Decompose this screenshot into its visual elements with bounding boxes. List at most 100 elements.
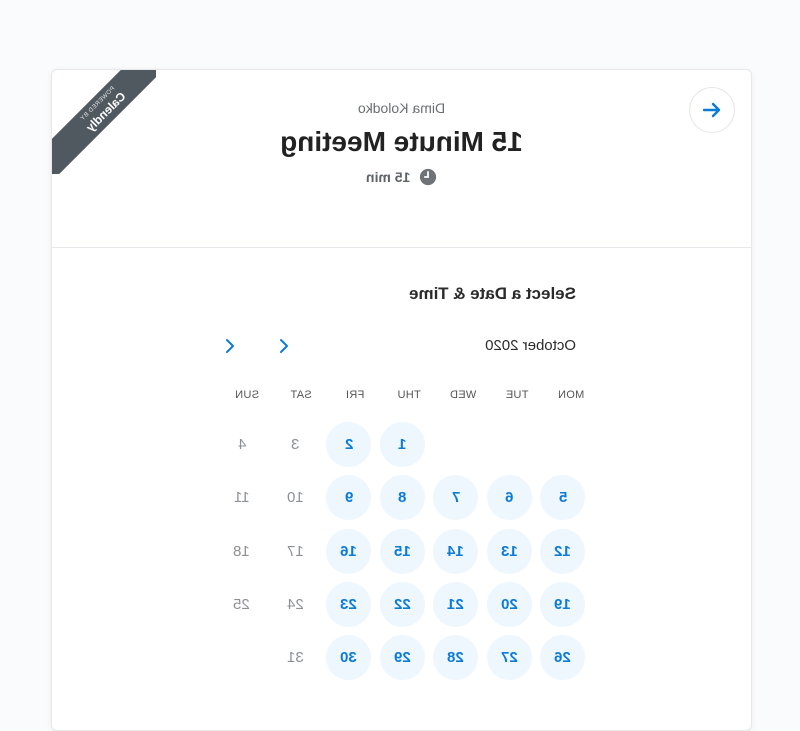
- day-number: 7: [451, 489, 460, 507]
- brand-label: Calendly: [83, 89, 129, 135]
- event-title: 15 Minute Meeting: [280, 126, 523, 157]
- empty-day-cell: [215, 631, 269, 684]
- available-day-button[interactable]: 19: [540, 582, 586, 628]
- day-number: 9: [344, 489, 353, 507]
- day-number: 24: [286, 596, 304, 614]
- day-cell[interactable]: 9: [322, 471, 376, 524]
- prev-month-button[interactable]: [273, 335, 295, 357]
- available-day-button[interactable]: 13: [486, 528, 532, 574]
- day-cell[interactable]: 29: [376, 631, 430, 684]
- booking-card: Dima Kolodko 15 Minute Meeting 15 min PO…: [51, 69, 752, 731]
- available-day-button[interactable]: 15: [379, 528, 425, 574]
- available-day-button[interactable]: 14: [433, 528, 479, 574]
- available-day-button[interactable]: 2: [326, 422, 372, 468]
- available-day-button[interactable]: 1: [379, 422, 425, 468]
- day-cell[interactable]: 6: [483, 471, 537, 524]
- day-cell[interactable]: 8: [376, 471, 430, 524]
- day-cell: 4: [215, 418, 269, 471]
- day-number: 23: [340, 596, 358, 614]
- day-cell: 3: [269, 418, 323, 471]
- event-header: Dima Kolodko 15 Minute Meeting 15 min: [52, 70, 751, 248]
- day-number: 19: [554, 596, 572, 614]
- available-day-button[interactable]: 21: [433, 582, 479, 628]
- day-cell[interactable]: 21: [429, 578, 483, 631]
- unavailable-day: 4: [219, 422, 264, 467]
- day-cell[interactable]: 5: [536, 471, 590, 524]
- available-day-button[interactable]: 20: [486, 582, 532, 628]
- day-number: 6: [505, 489, 514, 507]
- day-cell[interactable]: 7: [429, 471, 483, 524]
- day-cell[interactable]: 26: [536, 631, 590, 684]
- day-cell[interactable]: 13: [483, 525, 537, 578]
- available-day-button[interactable]: 26: [540, 635, 586, 681]
- unavailable-day: 24: [273, 582, 318, 627]
- day-number: 4: [237, 436, 246, 454]
- day-cell[interactable]: 28: [429, 631, 483, 684]
- day-number: 1: [398, 436, 407, 454]
- day-cell: 17: [269, 525, 323, 578]
- available-day-button[interactable]: 22: [379, 582, 425, 628]
- day-cell[interactable]: 15: [376, 525, 430, 578]
- unavailable-day: 3: [273, 422, 318, 467]
- day-cell[interactable]: 2: [322, 418, 376, 471]
- weekday-label: FRI: [345, 389, 365, 401]
- day-number: 31: [286, 649, 304, 667]
- day-number: 2: [344, 436, 353, 454]
- day-number: 26: [554, 649, 572, 667]
- available-day-button[interactable]: 23: [326, 582, 372, 628]
- day-number: 18: [233, 542, 251, 560]
- day-number: 22: [393, 596, 411, 614]
- powered-by-badge[interactable]: POWERED BY Calendly: [52, 70, 156, 174]
- day-cell[interactable]: 12: [536, 525, 590, 578]
- day-number: 20: [500, 596, 518, 614]
- unavailable-day: 18: [219, 529, 264, 574]
- weekday-label: TUE: [505, 389, 529, 401]
- day-cell: 24: [269, 578, 323, 631]
- available-day-button[interactable]: 30: [326, 635, 372, 681]
- day-cell: 18: [215, 525, 269, 578]
- available-day-button[interactable]: 12: [540, 528, 586, 574]
- calendly-ribbon[interactable]: POWERED BY Calendly: [52, 70, 156, 174]
- day-number: 3: [291, 436, 300, 454]
- day-cell: 10: [269, 471, 323, 524]
- available-day-button[interactable]: 27: [486, 635, 532, 681]
- chevron-right-icon: [226, 339, 234, 353]
- empty-day-cell: [429, 418, 483, 471]
- day-number: 11: [233, 489, 250, 507]
- weekday-label: MON: [557, 389, 585, 401]
- day-cell[interactable]: 16: [322, 525, 376, 578]
- arrow-right-icon: [702, 102, 721, 118]
- day-number: 10: [286, 489, 304, 507]
- day-number: 29: [393, 649, 411, 667]
- weekday-label: SAT: [290, 389, 312, 401]
- available-day-button[interactable]: 29: [379, 635, 425, 681]
- day-cell: 11: [215, 471, 269, 524]
- day-cell[interactable]: 14: [429, 525, 483, 578]
- weekday-label: WED: [449, 389, 477, 401]
- next-month-button[interactable]: [219, 335, 241, 357]
- available-day-button[interactable]: 9: [326, 475, 372, 521]
- day-cell: 31: [269, 631, 323, 684]
- empty-day-cell: [536, 418, 590, 471]
- day-number: 14: [447, 542, 465, 560]
- weekday-header: SUN SAT FRI THU WED TUE MON: [220, 389, 595, 401]
- calendar-grid: 4 3 2 1 11 10 9 8 7 6 5 18 17 16 15 14 13 12 25 24 23 22 21 20 1…: [215, 418, 590, 684]
- day-cell[interactable]: 23: [322, 578, 376, 631]
- day-number: 25: [233, 596, 251, 614]
- day-cell[interactable]: 27: [483, 631, 537, 684]
- day-number: 13: [500, 542, 518, 560]
- day-cell[interactable]: 22: [376, 578, 430, 631]
- day-number: 16: [340, 542, 358, 560]
- available-day-button[interactable]: 8: [379, 475, 425, 521]
- day-cell[interactable]: 1: [376, 418, 430, 471]
- day-cell[interactable]: 30: [322, 631, 376, 684]
- day-cell[interactable]: 19: [536, 578, 590, 631]
- available-day-button[interactable]: 16: [326, 528, 372, 574]
- next-button[interactable]: [689, 87, 735, 133]
- day-cell[interactable]: 20: [483, 578, 537, 631]
- available-day-button[interactable]: 28: [433, 635, 479, 681]
- available-day-button[interactable]: 7: [433, 475, 479, 521]
- available-day-button[interactable]: 6: [486, 475, 532, 521]
- available-day-button[interactable]: 5: [540, 475, 586, 521]
- day-cell: 25: [215, 578, 269, 631]
